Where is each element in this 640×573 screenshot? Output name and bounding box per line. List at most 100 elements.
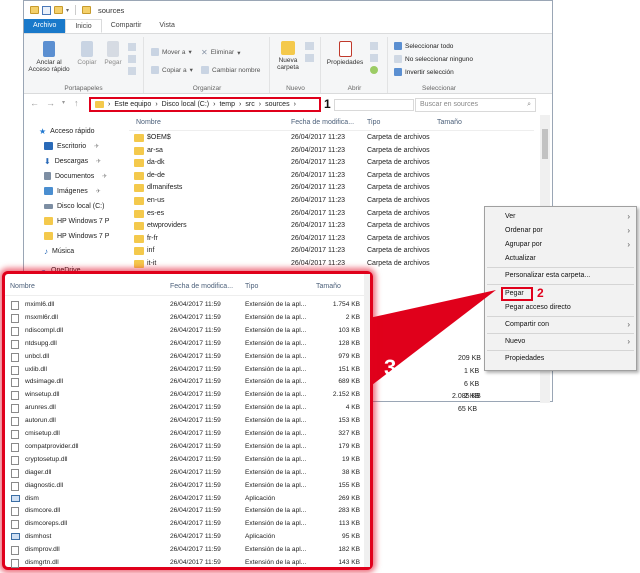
column-tamano[interactable]: Tamaño <box>437 119 462 126</box>
folder-row[interactable]: de-de 26/04/2017 11:23 Carpeta de archivos <box>129 170 534 183</box>
nav-item-musica[interactable]: ♪ Música <box>44 244 74 258</box>
file-row[interactable]: dism 26/04/2017 11:59 Aplicación 269 KB <box>5 492 370 505</box>
folder-row[interactable]: it-it 26/04/2017 11:23 Carpeta de archivos <box>129 258 534 271</box>
file-row[interactable]: dismcore.dll 26/04/2017 11:59 Extensión de… <box>5 504 370 517</box>
folder-row[interactable]: en-us 26/04/2017 11:23 Carpeta de archivos <box>129 195 534 208</box>
file-row[interactable]: mximl6.dll 26/04/2017 11:59 Extensión de l… <box>5 298 370 311</box>
file-row[interactable]: cryptosetup.dll 26/04/2017 11:59 Extensión… <box>5 453 370 466</box>
copy-button[interactable]: Copiar <box>74 41 100 66</box>
menu-item-compartir[interactable]: Compartir con <box>505 321 549 328</box>
folder-row[interactable]: inf 26/04/2017 11:23 Carpeta de archivos <box>129 245 534 258</box>
menu-item-ordenar[interactable]: Ordenar por <box>505 227 543 234</box>
breadcrumb-sources[interactable]: sources <box>265 101 290 108</box>
pin-icon[interactable]: ✈ <box>96 188 101 195</box>
nav-item-documentos[interactable]: Documentos ✈ <box>44 169 107 183</box>
cut-icon[interactable] <box>128 43 136 51</box>
history-icon[interactable] <box>370 66 378 74</box>
tab-archivo[interactable]: Archivo <box>24 19 66 33</box>
file-row[interactable]: compatprovider.dll 26/04/2017 11:59 Extens… <box>5 440 370 453</box>
nav-item-acceso-rapido[interactable]: ★ Acceso rápido <box>39 124 95 138</box>
column-nombre[interactable]: Nombre <box>10 283 35 290</box>
folder-row[interactable]: da-dk 26/04/2017 11:23 Carpeta de archivos <box>129 157 534 170</box>
nav-item-hp-windows-2[interactable]: HP Windows 7 P <box>44 229 109 243</box>
paste-button[interactable]: Pegar <box>102 41 124 66</box>
easy-access-icon[interactable] <box>305 54 314 62</box>
new-folder-icon[interactable] <box>54 6 63 14</box>
pin-icon[interactable]: ✈ <box>94 143 99 150</box>
move-to-button[interactable]: Mover a ▾ <box>151 48 192 56</box>
new-item-icon[interactable] <box>305 42 314 50</box>
paste-shortcut-icon[interactable] <box>128 67 136 75</box>
properties-icon[interactable] <box>42 5 51 15</box>
delete-button[interactable]: ✕ Eliminar ▾ <box>201 48 240 57</box>
file-row[interactable]: diagnostic.dll 26/04/2017 11:59 Extensión … <box>5 479 370 492</box>
select-none-button[interactable]: No seleccionar ninguno <box>394 55 473 63</box>
panel-scrollbar[interactable] <box>364 274 370 567</box>
pin-quick-access-button[interactable]: Anclar al Acceso rápido <box>28 41 70 73</box>
folder-row[interactable]: etwproviders 26/04/2017 11:23 Carpeta de a… <box>129 220 534 233</box>
file-row[interactable]: dismcoreps.dll 26/04/2017 11:59 Extensión … <box>5 517 370 530</box>
tab-inicio[interactable]: Inicio <box>65 19 102 33</box>
nav-item-imagenes[interactable]: Imágenes ✈ <box>44 184 101 198</box>
address-bar[interactable]: › Este equipo › Disco local (C:) › temp … <box>89 97 321 112</box>
menu-item-nuevo[interactable]: Nuevo <box>505 338 525 345</box>
chevron-down-icon[interactable]: ▾ <box>62 99 65 106</box>
menu-item-actualizar[interactable]: Actualizar <box>505 255 536 262</box>
menu-item-pegar-acceso[interactable]: Pegar acceso directo <box>505 304 571 311</box>
properties-button[interactable]: Propiedades <box>324 41 366 66</box>
column-tamano[interactable]: Tamaño <box>316 283 341 290</box>
file-row[interactable]: wdsimage.dll 26/04/2017 11:59 Extensión de… <box>5 375 370 388</box>
folder-row[interactable]: dlmanifests 26/04/2017 11:23 Carpeta de ar… <box>129 182 534 195</box>
nav-item-descargas[interactable]: ⬇ Descargas ✈ <box>44 154 101 168</box>
folder-row[interactable]: ar-sa 26/04/2017 11:23 Carpeta de archivos <box>129 145 534 158</box>
invert-selection-button[interactable]: Invertir selección <box>394 68 454 76</box>
pin-icon[interactable]: ✈ <box>102 173 107 180</box>
column-nombre[interactable]: Nombre <box>136 119 161 126</box>
file-row[interactable]: winsetup.dll 26/04/2017 11:59 Extensión de… <box>5 388 370 401</box>
breadcrumb-este-equipo[interactable]: Este equipo <box>114 101 151 108</box>
file-row[interactable]: autorun.dll 26/04/2017 11:59 Extensión de … <box>5 414 370 427</box>
breadcrumb-src[interactable]: src <box>245 101 254 108</box>
search-input[interactable]: Buscar en sources ⌕ <box>415 98 536 112</box>
new-folder-button[interactable]: Nueva carpeta <box>274 41 302 71</box>
address-bar-extension[interactable] <box>334 99 414 111</box>
file-row[interactable]: cmisetup.dll 26/04/2017 11:59 Extensión de… <box>5 427 370 440</box>
forward-arrow-icon[interactable]: → <box>46 98 55 108</box>
file-row[interactable]: ntdsupg.dll 26/04/2017 11:59 Extensión de … <box>5 337 370 350</box>
menu-item-propiedades[interactable]: Propiedades <box>505 355 544 362</box>
file-row[interactable]: uxlib.dll 26/04/2017 11:59 Extensión de la… <box>5 363 370 376</box>
file-row[interactable]: ndiscompl.dll 26/04/2017 11:59 Extensión d… <box>5 324 370 337</box>
folder-row[interactable]: es-es 26/04/2017 11:23 Carpeta de archivos <box>129 208 534 221</box>
nav-item-disco-local[interactable]: Disco local (C:) <box>44 199 104 213</box>
pin-icon[interactable]: ✈ <box>96 158 101 165</box>
file-row[interactable]: diager.dll 26/04/2017 11:59 Extensión de l… <box>5 466 370 479</box>
file-row[interactable]: dismgrtn.dll 26/04/2017 11:59 Extensión de… <box>5 556 370 569</box>
file-row[interactable]: arunres.dll 26/04/2017 11:59 Extensión de … <box>5 401 370 414</box>
folder-row[interactable]: $OEM$ 26/04/2017 11:23 Carpeta de archivos <box>129 132 534 145</box>
column-tipo[interactable]: Tipo <box>245 283 258 290</box>
file-row[interactable]: dismhost 26/04/2017 11:59 Aplicación 95 KB <box>5 530 370 543</box>
up-arrow-icon[interactable]: ↑ <box>74 98 79 108</box>
select-all-button[interactable]: Seleccionar todo <box>394 42 453 50</box>
copy-to-button[interactable]: Copiar a ▾ <box>151 66 193 74</box>
menu-item-ver[interactable]: Ver <box>505 213 516 220</box>
breadcrumb-temp[interactable]: temp <box>219 101 235 108</box>
folder-row[interactable]: fr-fr 26/04/2017 11:23 Carpeta de archivos <box>129 233 534 246</box>
file-row[interactable]: msxml6r.dll 26/04/2017 11:59 Extensión de … <box>5 311 370 324</box>
edit-icon[interactable] <box>370 54 378 62</box>
breadcrumb-disco-local[interactable]: Disco local (C:) <box>162 101 209 108</box>
column-fecha[interactable]: Fecha de modifica... <box>291 119 354 126</box>
rename-button[interactable]: Cambiar nombre <box>201 66 260 74</box>
file-row[interactable]: unbcl.dll 26/04/2017 11:59 Extensión de la… <box>5 350 370 363</box>
open-icon[interactable] <box>370 42 378 50</box>
copy-path-icon[interactable] <box>128 55 136 63</box>
column-tipo[interactable]: Tipo <box>367 119 380 126</box>
file-row[interactable]: dismprov.dll 26/04/2017 11:59 Extensión de… <box>5 543 370 556</box>
chevron-down-icon[interactable]: ▾ <box>66 7 69 14</box>
nav-item-escritorio[interactable]: Escritorio ✈ <box>44 139 99 153</box>
nav-item-hp-windows-1[interactable]: HP Windows 7 P <box>44 214 109 228</box>
menu-item-pegar[interactable]: Pegar <box>505 290 524 297</box>
scrollbar-thumb[interactable] <box>542 129 548 159</box>
menu-item-personalizar[interactable]: Personalizar esta carpeta... <box>505 272 590 279</box>
back-arrow-icon[interactable]: ← <box>30 98 39 108</box>
